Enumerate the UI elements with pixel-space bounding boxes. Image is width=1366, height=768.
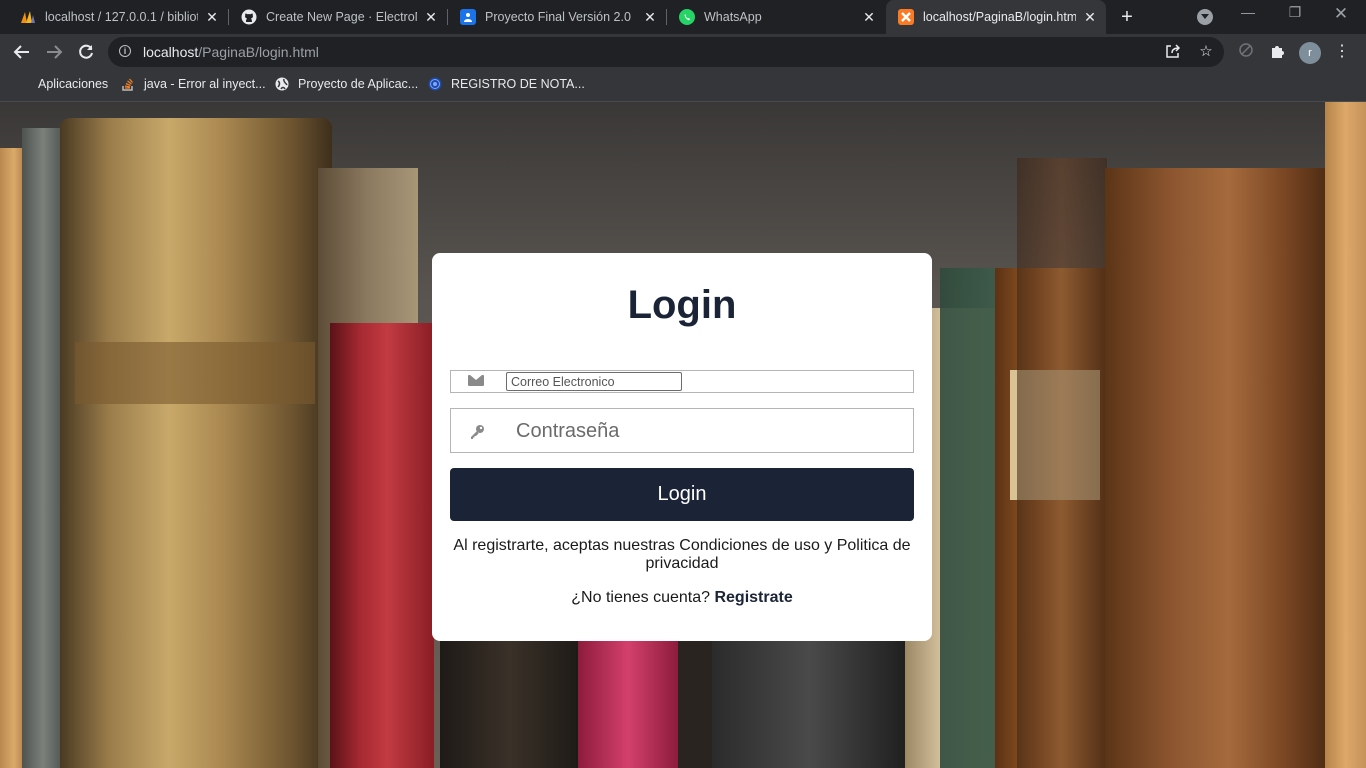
tab-label: Create New Page · ElectroMa xyxy=(266,10,417,24)
close-tab-icon[interactable]: ✕ xyxy=(204,9,220,25)
new-tab-icon[interactable]: + xyxy=(1117,7,1137,27)
menu-kebab-icon[interactable]: ⋮ xyxy=(1332,42,1352,62)
email-input[interactable] xyxy=(506,372,682,391)
bookmark-apps[interactable]: Aplicaciones xyxy=(15,77,108,91)
minimize-icon[interactable]: — xyxy=(1238,4,1258,20)
tab-github[interactable]: Create New Page · ElectroMa ✕ xyxy=(229,0,447,34)
bookmark-proyecto[interactable]: Proyecto de Aplicac... xyxy=(275,77,418,91)
email-field xyxy=(450,370,914,393)
bookmark-label: REGISTRO DE NOTA... xyxy=(451,77,585,91)
restore-icon[interactable]: ❐ xyxy=(1285,4,1305,21)
extensions-puzzle-icon[interactable] xyxy=(1268,42,1288,62)
bookmarks-bar: Aplicaciones java - Error al inyect... P… xyxy=(0,70,1366,102)
close-tab-icon[interactable]: ✕ xyxy=(642,9,658,25)
login-card: Login Login Al registrarte, aceptas nues… xyxy=(432,253,932,641)
password-field xyxy=(450,408,914,453)
forward-icon[interactable] xyxy=(44,42,64,62)
tab-google-forms[interactable]: Proyecto Final Versión 2.0 ✕ xyxy=(448,0,666,34)
xampp-icon xyxy=(898,9,914,25)
tab-label: Proyecto Final Versión 2.0 xyxy=(485,10,631,24)
tab-label: localhost / 127.0.0.1 / bibliote xyxy=(45,10,198,24)
login-title: Login xyxy=(627,283,737,327)
web-icon xyxy=(428,77,442,91)
key-icon xyxy=(469,424,485,440)
site-info-icon[interactable]: i xyxy=(119,45,131,57)
tab-label: localhost/PaginaB/login.html xyxy=(923,10,1076,24)
terms-text: Al registrarte, aceptas nuestras Condici… xyxy=(453,537,911,572)
bookmark-star-icon[interactable]: ☆ xyxy=(1197,43,1215,61)
github-icon xyxy=(241,9,257,25)
window-close-icon[interactable]: ✕ xyxy=(1331,4,1351,24)
tab-strip: localhost / 127.0.0.1 / bibliote ✕ Creat… xyxy=(0,0,1366,34)
globe-icon xyxy=(275,77,289,91)
address-bar[interactable]: i localhost/PaginaB/login.html ☆ xyxy=(108,37,1224,67)
close-tab-icon[interactable]: ✕ xyxy=(423,9,439,25)
back-icon[interactable] xyxy=(12,42,32,62)
stackoverflow-icon xyxy=(121,77,135,91)
bookmark-label: Proyecto de Aplicac... xyxy=(298,77,419,91)
bookmark-label: Aplicaciones xyxy=(38,77,109,91)
lens-extension-icon[interactable] xyxy=(1236,42,1256,62)
close-tab-icon[interactable]: ✕ xyxy=(1082,9,1098,25)
tab-login-active[interactable]: localhost/PaginaB/login.html ✕ xyxy=(886,0,1106,34)
close-tab-icon[interactable]: ✕ xyxy=(861,9,877,25)
reload-icon[interactable] xyxy=(76,42,96,62)
profile-avatar[interactable]: r xyxy=(1299,42,1321,64)
login-button[interactable]: Login xyxy=(450,468,914,521)
apps-grid-icon xyxy=(15,77,29,91)
register-link[interactable]: Registrate xyxy=(714,589,792,606)
tab-search-icon[interactable] xyxy=(1197,9,1213,25)
whatsapp-icon xyxy=(679,9,695,25)
bookmark-registro-notas[interactable]: REGISTRO DE NOTA... xyxy=(428,77,585,91)
page-viewport: Login Login Al registrarte, aceptas nues… xyxy=(0,102,1366,768)
tab-phpmyadmin[interactable]: localhost / 127.0.0.1 / bibliote ✕ xyxy=(8,0,228,34)
signup-prompt: ¿No tienes cuenta? xyxy=(571,589,711,606)
google-forms-icon xyxy=(460,9,476,25)
phpmyadmin-icon xyxy=(20,9,36,25)
bookmark-stackoverflow[interactable]: java - Error al inyect... xyxy=(121,77,266,91)
tab-whatsapp[interactable]: WhatsApp ✕ xyxy=(667,0,885,34)
url-text: localhost/PaginaB/login.html xyxy=(143,44,319,60)
tab-label: WhatsApp xyxy=(704,10,762,24)
password-input[interactable] xyxy=(506,415,886,447)
signup-line: ¿No tienes cuenta? Registrate xyxy=(432,589,932,607)
bookmark-label: java - Error al inyect... xyxy=(144,77,266,91)
browser-toolbar: i localhost/PaginaB/login.html ☆ r ⋮ xyxy=(0,34,1366,70)
share-icon[interactable] xyxy=(1164,43,1182,61)
envelope-icon xyxy=(468,375,484,386)
